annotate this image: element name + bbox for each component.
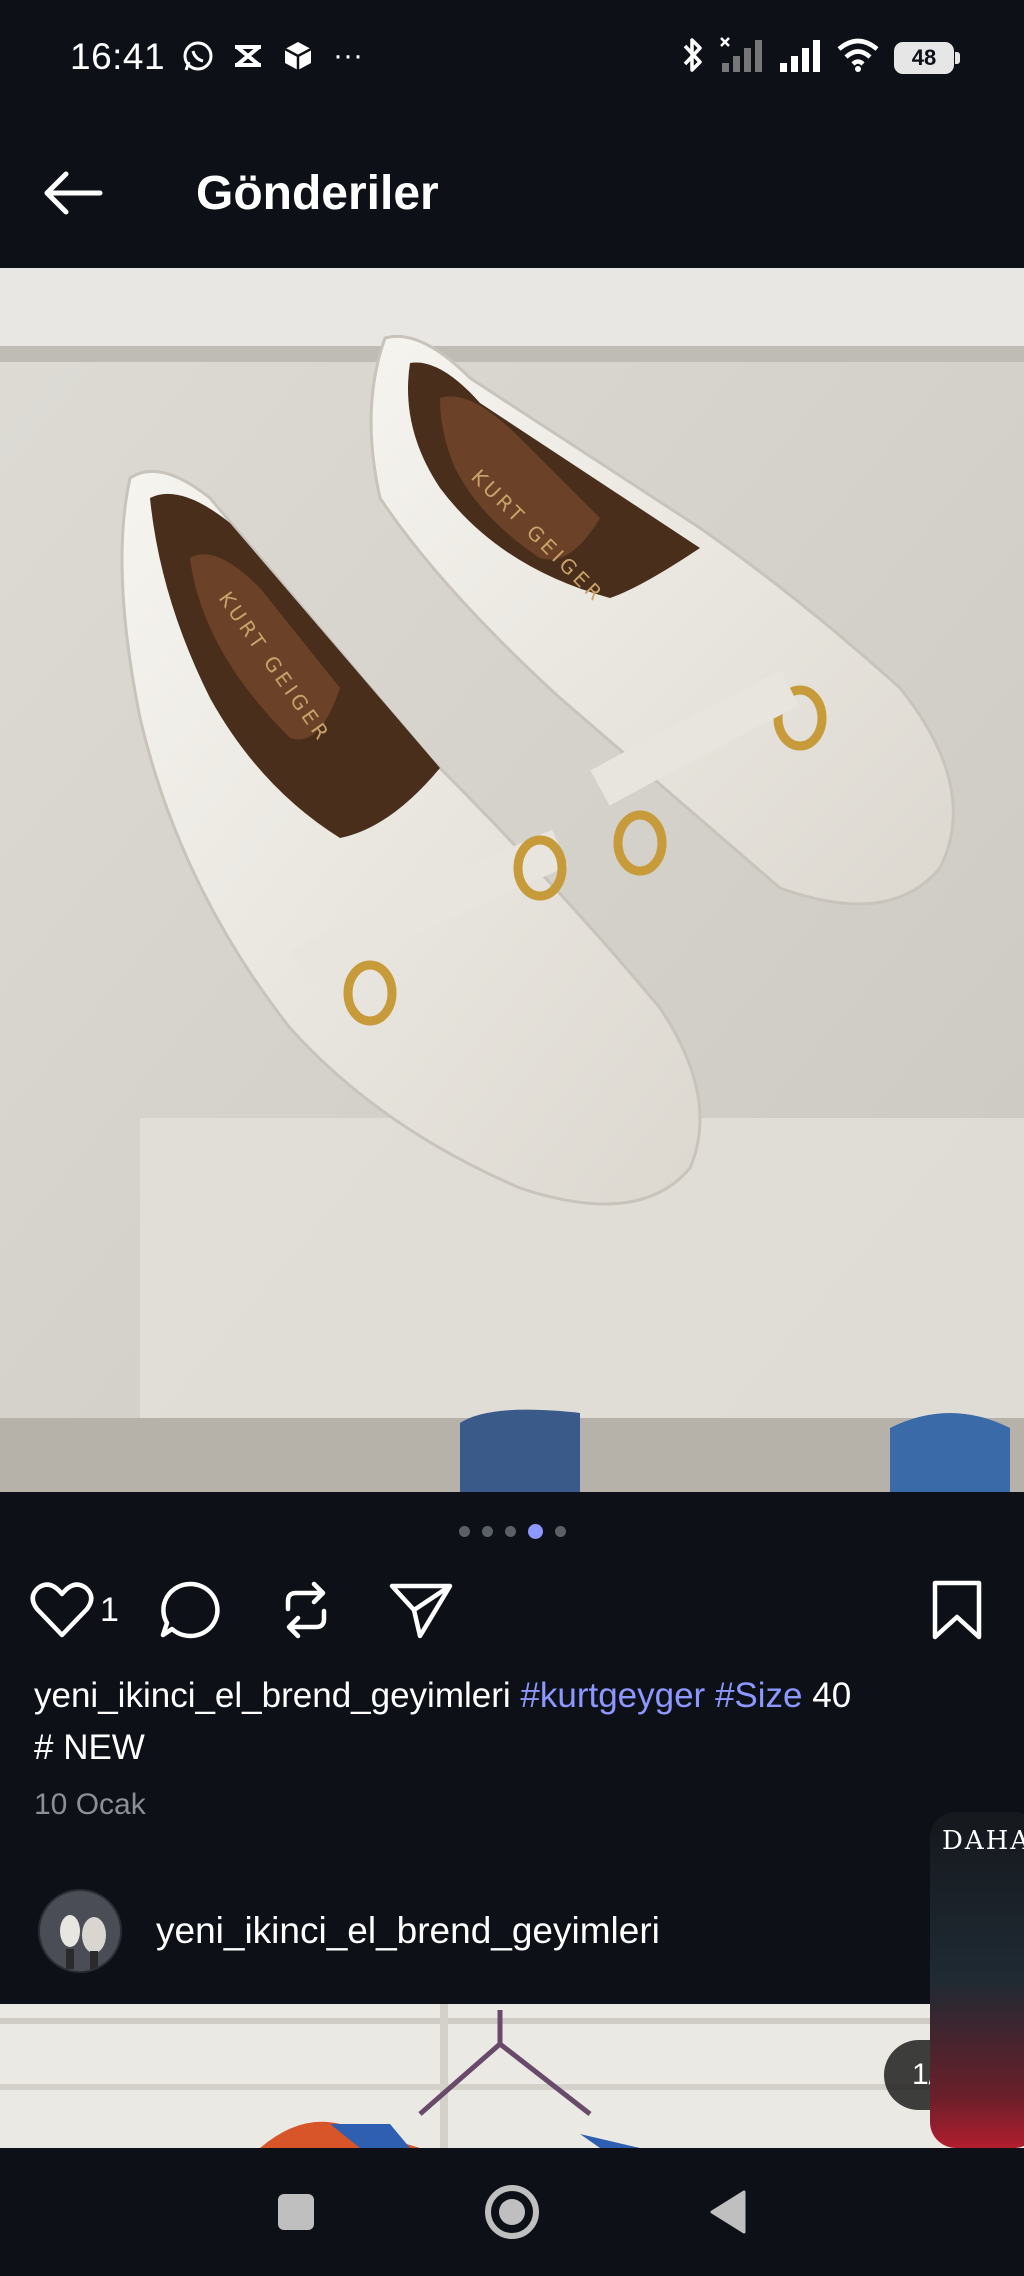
share-button[interactable] <box>388 1574 454 1646</box>
carousel-dot <box>458 1526 470 1537</box>
hashtag-size[interactable]: #Size <box>715 1676 803 1715</box>
comment-button[interactable] <box>158 1574 222 1646</box>
caption-username[interactable]: yeni_ikinci_el_brend_geyimleri <box>34 1676 511 1715</box>
post-image[interactable]: KURT GEIGER KURT GEIGER <box>0 268 1024 1492</box>
next-post-header[interactable]: yeni_ikinci_el_brend_geyimleri <box>38 1888 660 1974</box>
post-caption: yeni_ikinci_el_brend_geyimleri #kurtgeyg… <box>34 1670 994 1774</box>
carousel-dot-active <box>527 1524 543 1539</box>
back-button[interactable] <box>38 158 108 228</box>
capcut-icon <box>230 38 266 74</box>
battery-indicator: 48 <box>894 41 960 74</box>
home-circle-icon <box>485 2185 539 2239</box>
send-icon <box>389 1583 453 1639</box>
carousel-dot <box>504 1526 516 1537</box>
shoes-photo: KURT GEIGER KURT GEIGER <box>0 268 1024 1492</box>
status-time: 16:41 <box>70 36 166 77</box>
floating-card-text: DAHA <box>942 1826 1024 1856</box>
triangle-back-icon <box>710 2190 746 2234</box>
comment-bubble-icon <box>160 1581 220 1639</box>
app-bar: Gönderiler <box>0 118 1024 268</box>
caption-text: 40 <box>812 1676 852 1715</box>
like-count: 1 <box>100 1590 119 1629</box>
like-button[interactable]: 1 <box>30 1574 119 1646</box>
carousel-dot <box>481 1526 493 1537</box>
signal-icon-sim1 <box>720 37 764 78</box>
floating-promo-card[interactable]: DAHA <box>930 1812 1024 2148</box>
avatar-image <box>40 1891 120 1971</box>
more-dots-icon: ··· <box>333 39 363 72</box>
heart-icon <box>30 1582 94 1638</box>
bluetooth-icon <box>680 36 706 79</box>
next-post-photo <box>0 2004 1024 2148</box>
repost-icon <box>285 1581 327 1639</box>
status-indicators: 48 <box>680 36 960 79</box>
recents-button[interactable] <box>260 2176 332 2248</box>
page-title: Gönderiler <box>196 167 439 220</box>
next-post-image[interactable] <box>0 2004 1024 2148</box>
back-nav-button[interactable] <box>692 2176 764 2248</box>
hashtag-kurtgeyger[interactable]: #kurtgeyger <box>520 1676 705 1715</box>
carousel-indicator <box>0 1524 1024 1539</box>
home-button[interactable] <box>476 2176 548 2248</box>
next-post-username[interactable]: yeni_ikinci_el_brend_geyimleri <box>156 1910 660 1952</box>
save-button[interactable] <box>930 1574 984 1646</box>
signal-icon-sim2 <box>778 37 822 78</box>
status-app-icons: ··· <box>180 38 366 74</box>
post-date: 10 Ocak <box>34 1788 146 1821</box>
wifi-icon <box>836 37 880 78</box>
system-nav-bar <box>0 2148 1024 2276</box>
post-actions: 1 <box>30 1574 1000 1646</box>
carousel-dot <box>554 1526 566 1537</box>
caption-text-new: # NEW <box>34 1728 145 1767</box>
status-bar: 16:41 ··· 48 <box>0 0 1024 118</box>
whatsapp-icon <box>180 38 216 74</box>
bookmark-icon <box>932 1580 982 1640</box>
repost-button[interactable] <box>276 1574 336 1646</box>
square-icon <box>278 2194 314 2230</box>
avatar[interactable] <box>38 1889 122 1973</box>
box-icon <box>280 38 316 74</box>
arrow-left-icon <box>44 171 103 215</box>
